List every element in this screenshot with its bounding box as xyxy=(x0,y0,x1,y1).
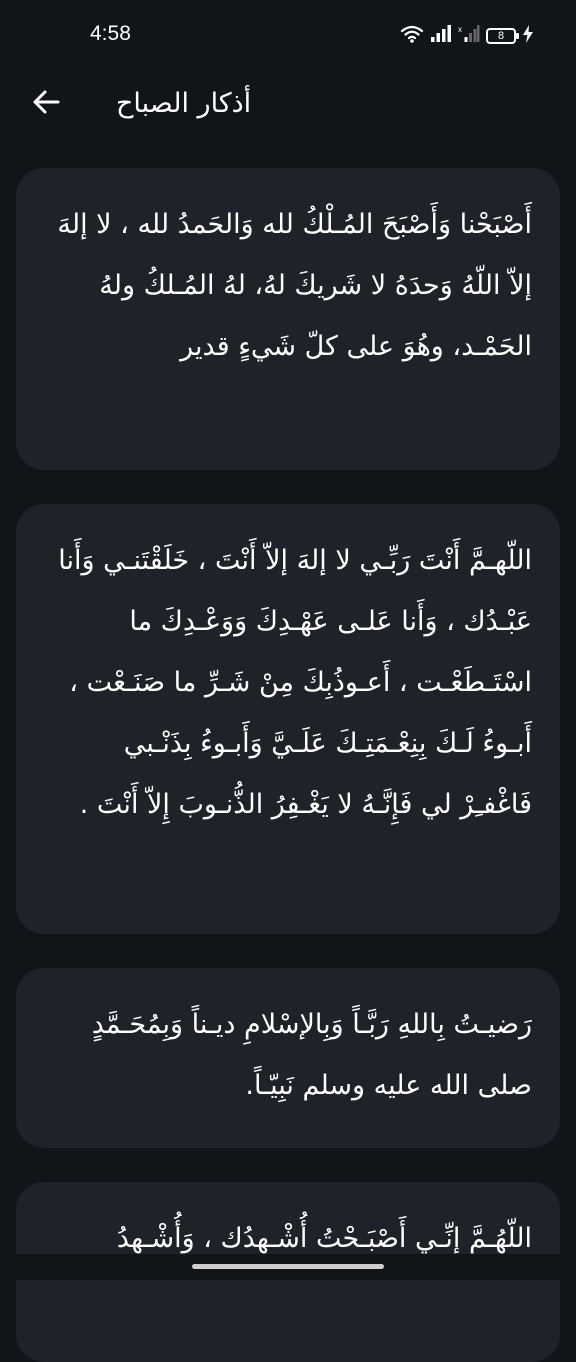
status-icons: x 8 xyxy=(400,24,534,48)
gesture-handle[interactable] xyxy=(192,1264,384,1269)
back-button[interactable] xyxy=(22,80,70,128)
status-bar: 4:58 x 8 xyxy=(0,0,576,72)
status-time: 4:58 xyxy=(90,22,131,45)
battery-icon: 8 xyxy=(486,28,519,44)
dhikr-card[interactable]: اللّهـمَّ أَنْتَ رَبِّـي لا إلهَ إلاّ أَ… xyxy=(16,504,560,934)
signal-icon xyxy=(430,25,452,47)
signal-x-icon: x xyxy=(458,25,480,47)
dhikr-text: أَصْبَحْنا وَأَصْبَحَ المُـلْكُ لله وَال… xyxy=(57,209,532,362)
charging-icon xyxy=(522,25,534,47)
svg-text:x: x xyxy=(458,25,462,34)
page-title: أذكار الصباح xyxy=(116,88,252,119)
dhikr-text: رَضيـتُ بِاللهِ رَبَّـاً وَبِالإسْلامِ د… xyxy=(91,1009,532,1101)
wifi-icon xyxy=(400,24,424,48)
dhikr-card[interactable]: أَصْبَحْنا وَأَصْبَحَ المُـلْكُ لله وَال… xyxy=(16,168,560,470)
arrow-left-icon xyxy=(32,88,60,120)
app-bar: أذكار الصباح xyxy=(0,72,576,136)
dhikr-card[interactable]: رَضيـتُ بِاللهِ رَبَّـاً وَبِالإسْلامِ د… xyxy=(16,968,560,1148)
dhikr-text: اللّهـمَّ أَنْتَ رَبِّـي لا إلهَ إلاّ أَ… xyxy=(58,545,532,820)
